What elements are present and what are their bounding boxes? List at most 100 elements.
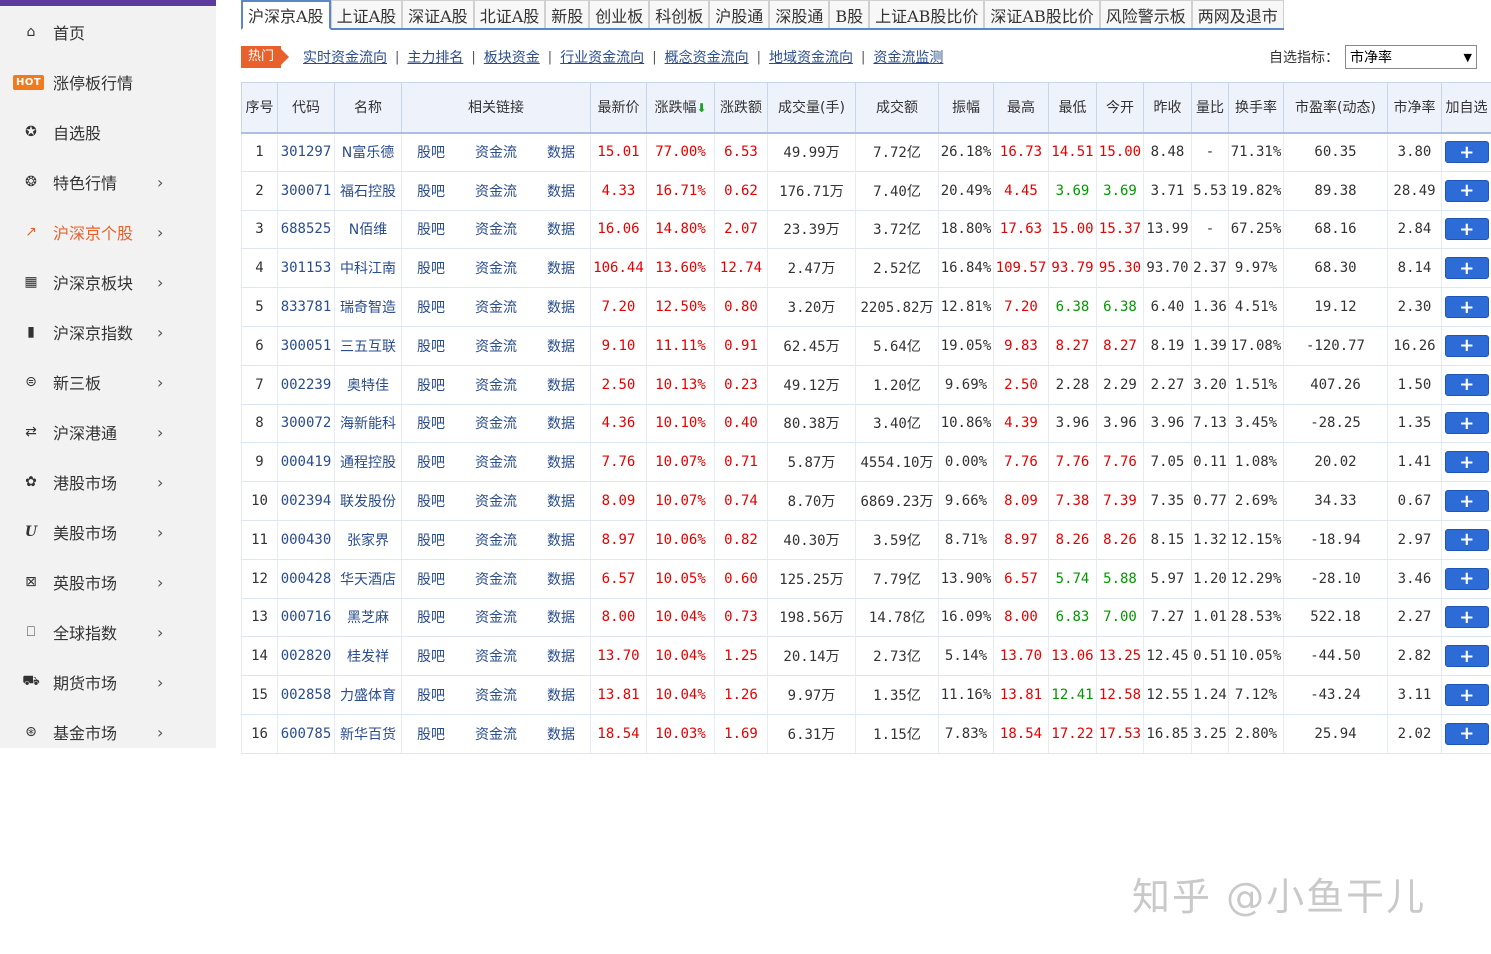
add-watchlist-button[interactable]: + <box>1444 257 1489 280</box>
data-link[interactable]: 数据 <box>547 530 575 550</box>
cell-code[interactable]: 000419 <box>277 442 335 483</box>
column-header-4[interactable]: 最新价 <box>590 82 647 134</box>
cell-name[interactable]: 瑞奇智造 <box>334 287 402 327</box>
tab-0[interactable]: 沪深京A股 <box>241 0 331 30</box>
tab-8[interactable]: 深股通 <box>769 0 830 28</box>
tab-11[interactable]: 深证AB股比价 <box>984 0 1100 28</box>
add-watchlist-button[interactable]: + <box>1444 141 1489 164</box>
guba-link[interactable]: 股吧 <box>417 297 445 317</box>
cell-code[interactable]: 000430 <box>277 520 335 560</box>
guba-link[interactable]: 股吧 <box>417 219 445 239</box>
cell-code[interactable]: 300071 <box>277 171 335 211</box>
column-header-9[interactable]: 振幅 <box>938 82 994 134</box>
add-watchlist-button[interactable]: + <box>1444 684 1489 707</box>
sidebar-item-4[interactable]: ↗ 沪深京个股 › <box>0 207 216 257</box>
sidebar-item-13[interactable]: ⛟ 期货市场 › <box>0 657 216 707</box>
cell-name[interactable]: 张家界 <box>334 520 402 560</box>
cell-name[interactable]: 奥特佳 <box>334 365 402 405</box>
data-link[interactable]: 数据 <box>547 452 575 472</box>
fund-flow-link[interactable]: 资金流 <box>475 181 517 201</box>
column-header-18[interactable]: 加自选 <box>1441 82 1491 134</box>
data-link[interactable]: 数据 <box>547 491 575 511</box>
column-header-11[interactable]: 最低 <box>1048 82 1097 134</box>
cell-name[interactable]: 黑芝麻 <box>334 598 402 638</box>
subnav-link-1[interactable]: 主力排名 <box>407 47 463 67</box>
tab-6[interactable]: 科创板 <box>649 0 710 28</box>
guba-link[interactable]: 股吧 <box>417 685 445 705</box>
sidebar-item-1[interactable]: HOT 涨停板行情 <box>0 57 216 107</box>
add-watchlist-button[interactable]: + <box>1444 722 1489 745</box>
cell-name[interactable]: 中科江南 <box>334 248 402 289</box>
fund-flow-link[interactable]: 资金流 <box>475 569 517 589</box>
guba-link[interactable]: 股吧 <box>417 181 445 201</box>
guba-link[interactable]: 股吧 <box>417 375 445 395</box>
cell-name[interactable]: 华天酒店 <box>334 559 402 599</box>
subnav-link-5[interactable]: 地域资金流向 <box>769 47 853 67</box>
subnav-link-4[interactable]: 概念资金流向 <box>665 47 749 67</box>
data-link[interactable]: 数据 <box>547 297 575 317</box>
cell-name[interactable]: 新华百货 <box>334 714 402 754</box>
cell-code[interactable]: 002239 <box>277 365 335 405</box>
add-watchlist-button[interactable]: + <box>1444 451 1489 474</box>
fund-flow-link[interactable]: 资金流 <box>475 297 517 317</box>
add-watchlist-button[interactable]: + <box>1444 490 1489 513</box>
cell-code[interactable]: 301153 <box>277 248 335 289</box>
add-watchlist-button[interactable]: + <box>1444 218 1489 241</box>
fund-flow-link[interactable]: 资金流 <box>475 452 517 472</box>
add-watchlist-button[interactable]: + <box>1444 412 1489 435</box>
guba-link[interactable]: 股吧 <box>417 607 445 627</box>
guba-link[interactable]: 股吧 <box>417 530 445 550</box>
fund-flow-link[interactable]: 资金流 <box>475 685 517 705</box>
tab-1[interactable]: 上证A股 <box>330 0 403 28</box>
sidebar-item-12[interactable]: ⎕ 全球指数 › <box>0 607 216 657</box>
cell-name[interactable]: 三五互联 <box>334 326 402 366</box>
column-header-15[interactable]: 换手率 <box>1228 82 1284 134</box>
sidebar-item-2[interactable]: ✪ 自选股 <box>0 107 216 157</box>
column-header-8[interactable]: 成交额 <box>855 82 939 134</box>
cell-name[interactable]: 桂发祥 <box>334 636 402 677</box>
column-header-2[interactable]: 名称 <box>334 82 402 134</box>
data-link[interactable]: 数据 <box>547 724 575 744</box>
sidebar-item-11[interactable]: ⊠ 英股市场 › <box>0 557 216 607</box>
fund-flow-link[interactable]: 资金流 <box>475 375 517 395</box>
column-header-16[interactable]: 市盈率(动态) <box>1283 82 1388 134</box>
data-link[interactable]: 数据 <box>547 258 575 278</box>
guba-link[interactable]: 股吧 <box>417 724 445 744</box>
subnav-link-0[interactable]: 实时资金流向 <box>303 47 387 67</box>
column-header-3[interactable]: 相关链接 <box>401 82 591 134</box>
cell-code[interactable]: 000428 <box>277 559 335 599</box>
sidebar-item-5[interactable]: ▦ 沪深京板块 › <box>0 257 216 307</box>
add-watchlist-button[interactable]: + <box>1444 528 1489 551</box>
cell-name[interactable]: 联发股份 <box>334 481 402 521</box>
tab-7[interactable]: 沪股通 <box>709 0 770 28</box>
column-header-5[interactable]: 涨跌幅⬇ <box>646 82 715 134</box>
add-watchlist-button[interactable]: + <box>1444 334 1489 357</box>
add-watchlist-button[interactable]: + <box>1444 373 1489 396</box>
add-watchlist-button[interactable]: + <box>1444 645 1489 668</box>
column-header-10[interactable]: 最高 <box>993 82 1049 134</box>
sidebar-item-6[interactable]: ▮ 沪深京指数 › <box>0 307 216 357</box>
cell-code[interactable]: 301297 <box>277 132 335 172</box>
subnav-link-3[interactable]: 行业资金流向 <box>560 47 644 67</box>
add-watchlist-button[interactable]: + <box>1444 606 1489 629</box>
add-watchlist-button[interactable]: + <box>1444 567 1489 590</box>
data-link[interactable]: 数据 <box>547 413 575 433</box>
data-link[interactable]: 数据 <box>547 219 575 239</box>
data-link[interactable]: 数据 <box>547 685 575 705</box>
fund-flow-link[interactable]: 资金流 <box>475 258 517 278</box>
fund-flow-link[interactable]: 资金流 <box>475 530 517 550</box>
sidebar-item-9[interactable]: ✿ 港股市场 › <box>0 457 216 507</box>
cell-name[interactable]: 海新能科 <box>334 404 402 444</box>
sidebar-item-8[interactable]: ⇄ 沪深港通 › <box>0 407 216 457</box>
tab-10[interactable]: 上证AB股比价 <box>869 0 985 28</box>
sidebar-item-7[interactable]: ⊜ 新三板 › <box>0 357 216 407</box>
data-link[interactable]: 数据 <box>547 375 575 395</box>
data-link[interactable]: 数据 <box>547 181 575 201</box>
add-watchlist-button[interactable]: + <box>1444 179 1489 202</box>
data-link[interactable]: 数据 <box>547 336 575 356</box>
sidebar-item-3[interactable]: ❂ 特色行情 › <box>0 157 216 207</box>
fund-flow-link[interactable]: 资金流 <box>475 724 517 744</box>
column-header-6[interactable]: 涨跌额 <box>714 82 768 134</box>
cell-name[interactable]: N佰维 <box>334 210 402 250</box>
cell-code[interactable]: 300072 <box>277 404 335 444</box>
